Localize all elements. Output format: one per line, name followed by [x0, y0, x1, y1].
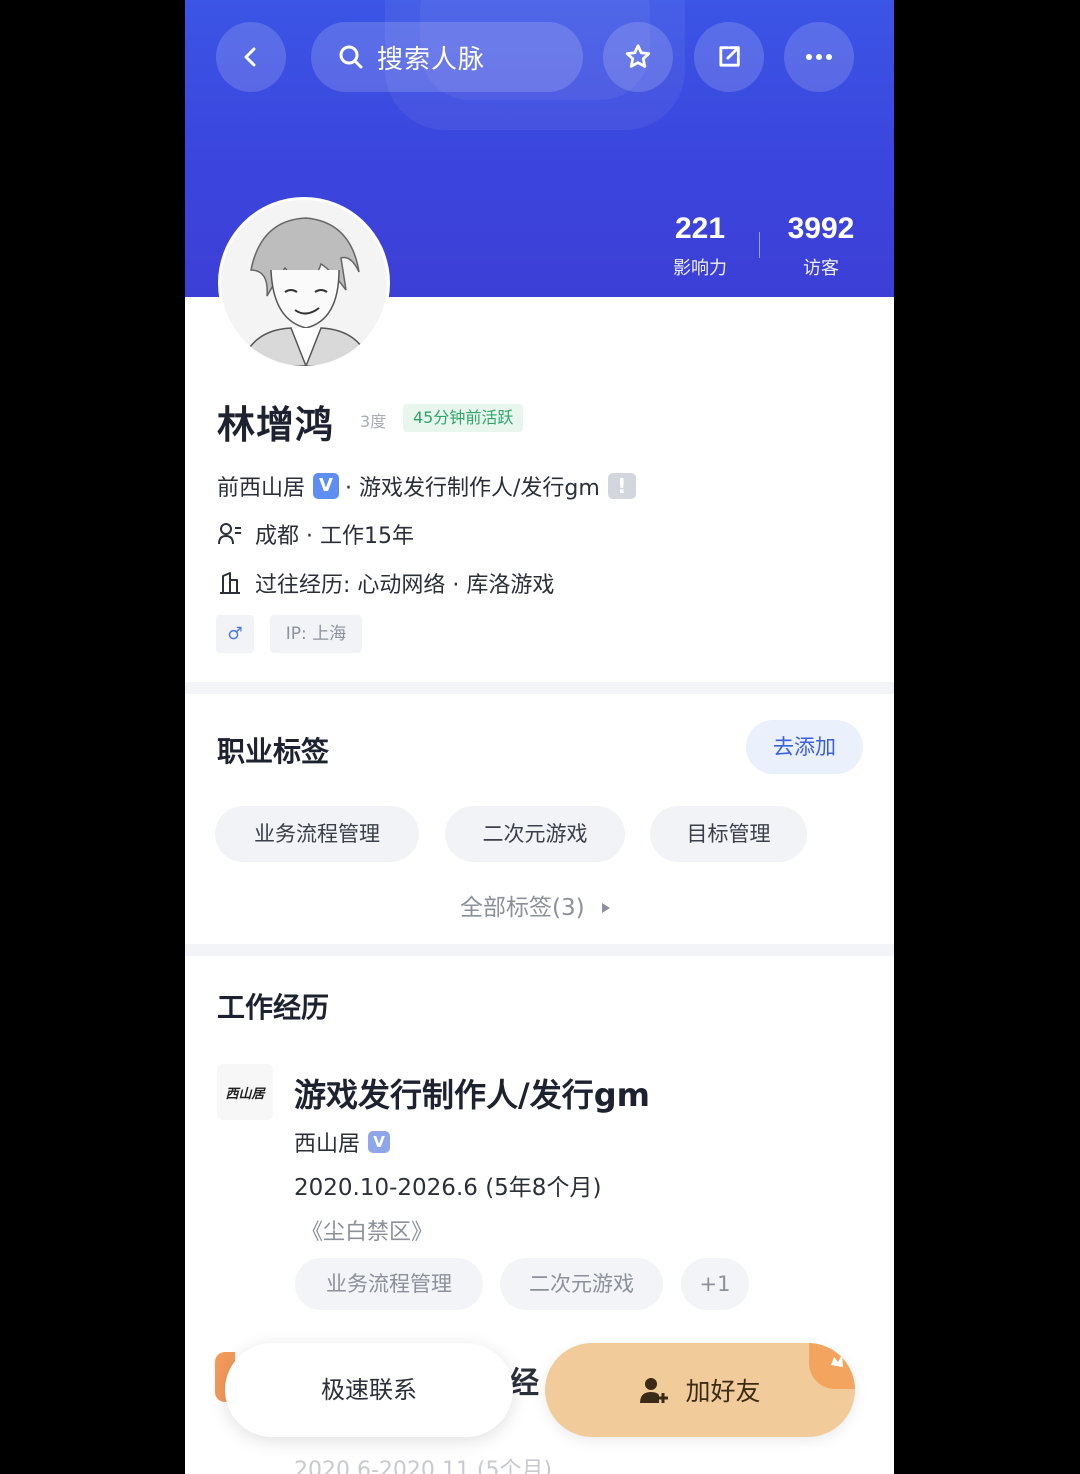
- search-bar[interactable]: 搜索人脉: [311, 22, 583, 92]
- work-history-title: 工作经历: [217, 991, 330, 1024]
- location-experience: 成都 · 工作15年: [255, 524, 414, 549]
- avatar[interactable]: [218, 197, 390, 369]
- job-title: 游戏发行制作人/发行gm: [294, 1076, 650, 1114]
- person-icon: [218, 523, 241, 545]
- phone-screen: 搜索人脉 221 影响力 3992 访客 林增鸿 3度 45分钟前活跃 前西山居…: [185, 0, 894, 1474]
- add-tag-button[interactable]: 去添加: [746, 720, 863, 774]
- chevron-left-icon: [244, 47, 256, 67]
- position-title: · 游戏发行制作人/发行gm: [345, 476, 600, 501]
- crown-icon: [809, 1343, 855, 1389]
- info-icon[interactable]: !: [607, 473, 636, 499]
- search-icon: [339, 45, 363, 69]
- share-button[interactable]: [694, 22, 764, 92]
- work-project: 《尘白禁区》: [301, 1220, 434, 1245]
- work-tag[interactable]: 二次元游戏: [500, 1258, 663, 1310]
- career-tags-title: 职业标签: [217, 735, 330, 768]
- next-entry-partial-title: 经: [509, 1366, 539, 1401]
- avatar-portrait-image: [221, 200, 387, 366]
- past-experience-line: 过往经历: 心动网络 · 库洛游戏: [217, 567, 554, 599]
- ip-location-chip: IP: 上海: [270, 615, 362, 653]
- company-name-line[interactable]: 西山居 V: [294, 1126, 396, 1158]
- stat-value: 221: [674, 212, 726, 245]
- star-icon: [625, 44, 651, 68]
- next-entry-period: 2020.6-2020.11 (5个月): [294, 1458, 553, 1474]
- stat-visitors[interactable]: 3992 访客: [781, 212, 861, 280]
- more-icon: [806, 54, 832, 60]
- career-tag[interactable]: 目标管理: [650, 806, 807, 862]
- section-divider: [185, 944, 894, 956]
- past-experience: 过往经历: 心动网络 · 库洛游戏: [255, 573, 555, 598]
- verified-icon: V: [313, 473, 340, 499]
- career-tag[interactable]: 业务流程管理: [215, 806, 419, 862]
- company-logo[interactable]: 西山居: [217, 1064, 273, 1120]
- add-friend-button[interactable]: 加好友: [545, 1343, 855, 1437]
- male-icon: ♂: [227, 624, 243, 644]
- work-tag-more[interactable]: +1: [681, 1258, 749, 1310]
- add-user-icon: [640, 1378, 669, 1403]
- company-name: 西山居: [294, 1132, 361, 1157]
- section-divider: [185, 682, 894, 694]
- career-tag[interactable]: 二次元游戏: [445, 806, 625, 862]
- active-status-badge: 45分钟前活跃: [403, 404, 524, 432]
- add-friend-label: 加好友: [685, 1377, 761, 1406]
- company-logo-text: 西山居: [225, 1086, 265, 1102]
- back-button[interactable]: [216, 22, 286, 92]
- verified-icon: V: [368, 1131, 391, 1153]
- profile-name: 林增鸿: [217, 403, 335, 447]
- share-icon: [719, 46, 740, 67]
- all-tags-link[interactable]: 全部标签(3): [460, 888, 612, 922]
- search-placeholder: 搜索人脉: [377, 44, 486, 75]
- building-icon: [220, 572, 240, 594]
- all-tags-label: 全部标签(3): [460, 895, 585, 921]
- current-company[interactable]: 前西山居: [217, 470, 305, 502]
- work-tag[interactable]: 业务流程管理: [295, 1258, 483, 1310]
- more-button[interactable]: [784, 22, 854, 92]
- current-position-line: 前西山居 V · 游戏发行制作人/发行gm !: [217, 470, 636, 502]
- stat-label: 影响力: [673, 258, 727, 279]
- stat-divider: [759, 232, 760, 258]
- stat-influence[interactable]: 221 影响力: [655, 212, 745, 280]
- watermark: 即映AI: [798, 1444, 861, 1468]
- connection-degree: 3度: [360, 412, 387, 431]
- stat-value: 3992: [787, 212, 855, 245]
- quick-contact-button[interactable]: 极速联系: [225, 1343, 513, 1437]
- gender-chip: ♂: [216, 615, 254, 653]
- work-period: 2020.10-2026.6 (5年8个月): [294, 1175, 602, 1201]
- favorite-button[interactable]: [603, 22, 673, 92]
- location-line: 成都 · 工作15年: [217, 518, 414, 550]
- stat-label: 访客: [803, 258, 839, 279]
- caret-right-icon: [601, 903, 610, 913]
